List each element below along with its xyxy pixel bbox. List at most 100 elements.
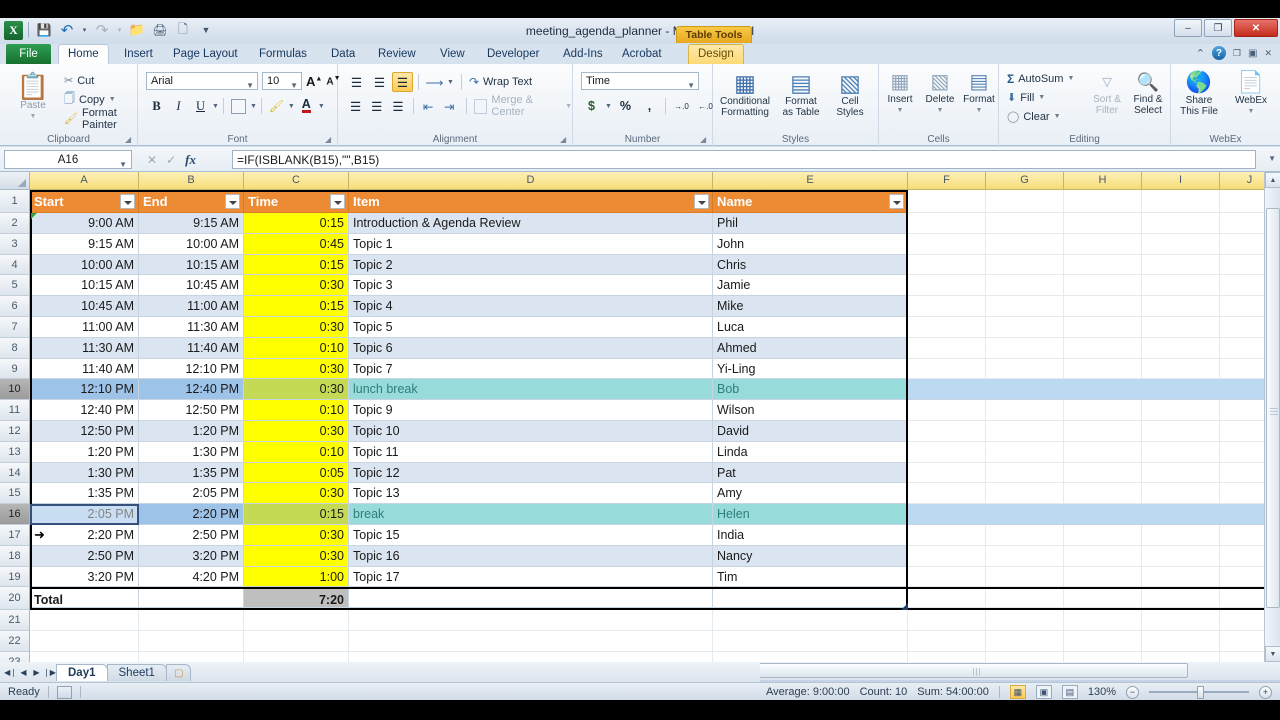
empty-cell[interactable] [1064, 462, 1142, 484]
prev-sheet-icon[interactable]: ◀ [17, 664, 30, 680]
table-header-name[interactable]: Name [713, 190, 908, 213]
align-middle-icon[interactable]: ☰ [369, 72, 390, 92]
empty-cell[interactable] [908, 462, 986, 484]
redo-dropdown-icon[interactable]: ▾ [115, 20, 124, 40]
cell-item[interactable]: Topic 7 [349, 358, 713, 380]
cell-end[interactable]: 10:00 AM [139, 233, 244, 255]
cell-time[interactable]: 0:30 [244, 317, 349, 338]
clear-button[interactable]: ◯ Clear ▼ [1007, 108, 1074, 125]
autosum-dropdown-icon[interactable]: ▼ [1067, 75, 1074, 82]
row-header-1[interactable]: 1 [0, 190, 30, 213]
table-row[interactable]: 12:50 PM 1:20 PM 0:30 Topic 10 David [30, 421, 1280, 442]
cell-item[interactable]: Topic 2 [349, 254, 713, 276]
sheet-tab-sheet1[interactable]: Sheet1 [106, 663, 167, 681]
cell-time[interactable]: 0:15 [244, 504, 349, 525]
delete-dropdown-icon[interactable]: ▼ [937, 105, 944, 116]
cell-item[interactable]: Topic 9 [349, 400, 713, 421]
cell-item[interactable]: Topic 16 [349, 545, 713, 567]
page-break-view-icon[interactable]: ▤ [1061, 685, 1078, 699]
alignment-dialog-launcher[interactable]: ◢ [560, 135, 569, 144]
cell-start[interactable]: 3:20 PM [30, 566, 139, 588]
empty-cell[interactable] [1064, 651, 1142, 662]
worksheet-grid[interactable]: ABCDEFGHIJ 1 2 3 4 5 6 7 8 9 10 11 12 13 14 15 16 17 18 19… [0, 172, 1280, 662]
webex-button[interactable]: 📄 WebEx ▼ [1227, 70, 1275, 117]
conditional-formatting-button[interactable]: ▦ Conditional Formatting [715, 70, 775, 118]
italic-button[interactable]: I [168, 96, 189, 116]
borders-dropdown-icon[interactable]: ▼ [250, 103, 257, 110]
find-select-button[interactable]: 🔍 Find & Select [1127, 70, 1169, 116]
empty-cell[interactable] [713, 651, 908, 662]
row-header-4[interactable]: 4 [0, 254, 30, 276]
cell-total-time[interactable]: 7:20 [244, 589, 349, 609]
share-this-file-button[interactable]: 🌎 Share This File [1175, 70, 1223, 117]
empty-cell[interactable] [1142, 504, 1220, 525]
cell-time[interactable]: 0:30 [244, 275, 349, 297]
zoom-out-button[interactable]: − [1126, 685, 1139, 699]
cell-end[interactable]: 3:20 PM [139, 545, 244, 567]
scroll-up-icon[interactable]: ▲ [1265, 172, 1280, 188]
page-layout-view-icon[interactable]: ▣ [1035, 685, 1052, 699]
insert-dropdown-icon[interactable]: ▼ [897, 105, 904, 116]
empty-cell[interactable] [1142, 566, 1220, 588]
font-family-dropdown-icon[interactable]: ▼ [246, 77, 254, 94]
underline-button[interactable]: U [190, 96, 211, 116]
empty-cell[interactable] [908, 190, 986, 213]
cell-name[interactable]: Mike [713, 296, 908, 317]
cell-item[interactable]: lunch break [349, 379, 713, 401]
empty-cell[interactable] [986, 337, 1064, 359]
empty-cell[interactable] [986, 421, 1064, 442]
empty-cell[interactable] [1064, 631, 1142, 652]
empty-cell[interactable] [349, 610, 713, 631]
tab-developer[interactable]: Developer [478, 44, 548, 64]
cell-time[interactable]: 0:05 [244, 462, 349, 484]
empty-cell[interactable] [244, 631, 349, 652]
empty-cell[interactable] [244, 610, 349, 631]
cell-end[interactable]: 1:35 PM [139, 462, 244, 484]
cell-time[interactable]: 0:45 [244, 233, 349, 255]
empty-cell[interactable] [1142, 525, 1220, 546]
cell-end[interactable]: 1:30 PM [139, 441, 244, 463]
column-header-f[interactable]: F [908, 172, 986, 190]
cell-name[interactable]: Chris [713, 254, 908, 276]
empty-cell[interactable] [986, 379, 1064, 401]
table-row[interactable]: 10:15 AM 10:45 AM 0:30 Topic 3 Jamie [30, 275, 1280, 297]
cell-item[interactable]: Topic 1 [349, 233, 713, 255]
empty-cell[interactable] [1064, 296, 1142, 317]
cell-styles-button[interactable]: ▧ Cell Styles [826, 70, 874, 118]
empty-cell[interactable] [713, 631, 908, 652]
empty-cell[interactable] [30, 631, 139, 652]
undo-icon[interactable]: ↶ [57, 20, 77, 40]
cell-item[interactable]: Topic 4 [349, 296, 713, 317]
paste-button[interactable]: 📋 Paste ▼ [6, 72, 60, 122]
empty-cell[interactable] [1142, 421, 1220, 442]
cell-end[interactable]: 11:40 AM [139, 337, 244, 359]
empty-cell[interactable] [908, 421, 986, 442]
cell-name[interactable]: Bob [713, 379, 908, 401]
empty-cell[interactable] [986, 233, 1064, 255]
format-cells-button[interactable]: ▤ Format ▼ [959, 70, 999, 116]
sheet-tab-bar[interactable]: ◀❘ ◀ ▶ ❘▶ Day1 Sheet1 ▢ [0, 662, 760, 682]
tab-design[interactable]: Design [688, 44, 744, 64]
empty-cell[interactable] [986, 441, 1064, 463]
cell-name[interactable]: Helen [713, 504, 908, 525]
table-row[interactable]: 9:15 AM 10:00 AM 0:45 Topic 1 John [30, 233, 1280, 255]
column-header-b[interactable]: B [139, 172, 244, 190]
table-row[interactable]: 1:20 PM 1:30 PM 0:10 Topic 11 Linda [30, 441, 1280, 463]
next-sheet-icon[interactable]: ▶ [30, 664, 43, 680]
empty-cell[interactable] [986, 254, 1064, 276]
row-header-11[interactable]: 11 [0, 400, 30, 421]
row-header-15[interactable]: 15 [0, 483, 30, 505]
row-header-21[interactable]: 21 [0, 610, 30, 631]
empty-cell[interactable] [1142, 651, 1220, 662]
fill-dropdown-icon[interactable]: ▼ [1038, 94, 1045, 101]
empty-cell[interactable] [1064, 504, 1142, 525]
row-header-12[interactable]: 12 [0, 420, 30, 442]
first-sheet-icon[interactable]: ◀❘ [4, 664, 17, 680]
cell-name[interactable]: Tim [713, 566, 908, 588]
expand-formula-bar-icon[interactable]: ▼ [1268, 154, 1276, 163]
font-dialog-launcher[interactable]: ◢ [325, 135, 334, 144]
table-row[interactable]: 1:35 PM 2:05 PM 0:30 Topic 13 Amy [30, 483, 1280, 505]
cell-start[interactable]: 9:00 AM [30, 213, 139, 234]
empty-cell[interactable] [1064, 275, 1142, 297]
tab-acrobat[interactable]: Acrobat [613, 44, 671, 64]
